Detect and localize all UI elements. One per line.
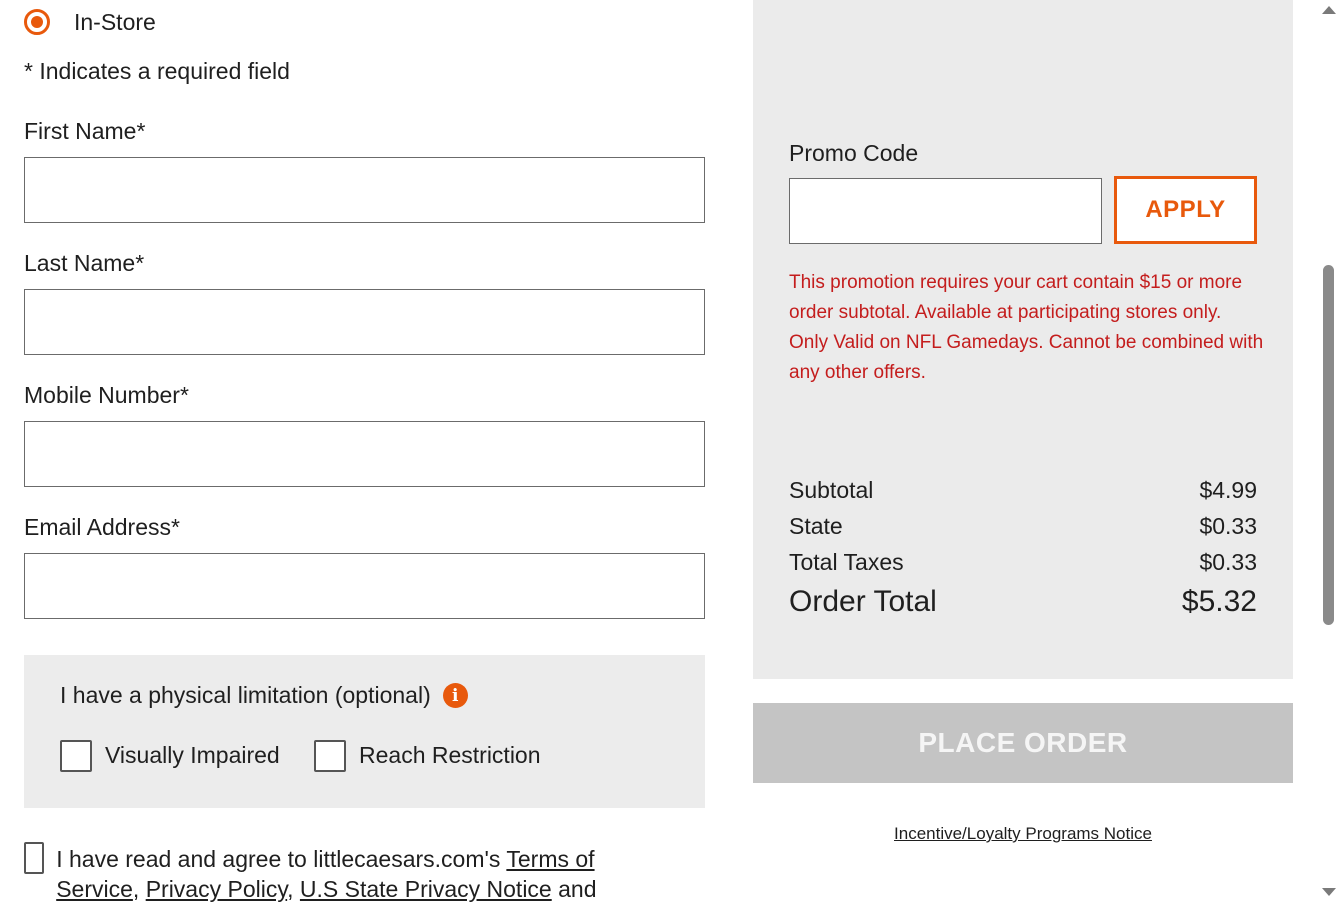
physical-limitation-title: I have a physical limitation (optional) … <box>60 682 468 709</box>
subtotal-label: Subtotal <box>789 477 874 503</box>
terms-suffix: and <box>551 876 597 902</box>
state-privacy-notice-link[interactable]: U.S State Privacy Notice <box>300 876 552 902</box>
radio-dot <box>31 16 43 28</box>
physical-limitation-text: I have a physical limitation (optional) <box>60 682 431 708</box>
state-tax-label: State <box>789 513 843 539</box>
order-total-value: $5.32 <box>1181 585 1257 618</box>
visually-impaired-label[interactable]: Visually Impaired <box>105 742 280 769</box>
scroll-down-arrow-icon[interactable] <box>1322 888 1336 896</box>
last-name-label: Last Name* <box>24 250 145 276</box>
first-name-label: First Name* <box>24 118 146 144</box>
terms-prefix: I have read and agree to littlecaesars.c… <box>56 846 507 872</box>
order-type-in-store[interactable]: In-Store <box>24 6 156 38</box>
terms-separator-2: , <box>287 876 300 902</box>
total-taxes-label: Total Taxes <box>789 549 904 575</box>
order-total-label: Order Total <box>789 585 937 618</box>
terms-separator-1: , <box>132 876 146 902</box>
mobile-number-label: Mobile Number* <box>24 382 189 408</box>
reach-restriction-checkbox[interactable] <box>314 740 346 772</box>
scroll-up-arrow-icon[interactable] <box>1322 6 1336 14</box>
mobile-number-input[interactable] <box>24 421 705 487</box>
privacy-policy-link[interactable]: Privacy Policy <box>146 876 287 902</box>
state-tax-value: $0.33 <box>1199 513 1257 539</box>
terms-checkbox[interactable] <box>24 842 45 874</box>
last-name-input[interactable] <box>24 289 705 355</box>
total-taxes-value: $0.33 <box>1199 549 1257 575</box>
promo-code-label: Promo Code <box>789 140 919 166</box>
required-note: * Indicates a required field <box>24 58 290 84</box>
scrollbar-thumb[interactable] <box>1323 265 1334 625</box>
radio-selected-icon[interactable] <box>24 9 50 35</box>
email-label: Email Address* <box>24 514 180 540</box>
email-input[interactable] <box>24 553 705 619</box>
subtotal-value: $4.99 <box>1199 477 1257 503</box>
terms-agreement: I have read and agree to littlecaesars.c… <box>24 842 684 904</box>
place-order-button[interactable]: PLACE ORDER <box>753 703 1293 783</box>
first-name-input[interactable] <box>24 157 705 223</box>
info-icon[interactable]: i <box>442 683 468 708</box>
apply-promo-button[interactable]: APPLY <box>1114 176 1257 244</box>
radio-label-in-store: In-Store <box>74 8 156 35</box>
terms-text: I have read and agree to littlecaesars.c… <box>56 844 684 904</box>
reach-restriction-label[interactable]: Reach Restriction <box>359 742 541 769</box>
promo-code-input[interactable] <box>789 178 1102 244</box>
physical-limitation-panel <box>24 655 705 808</box>
visually-impaired-checkbox[interactable] <box>60 740 92 772</box>
promo-error-message: This promotion requires your cart contai… <box>789 272 1264 383</box>
loyalty-programs-link[interactable]: Incentive/Loyalty Programs Notice <box>753 824 1293 844</box>
